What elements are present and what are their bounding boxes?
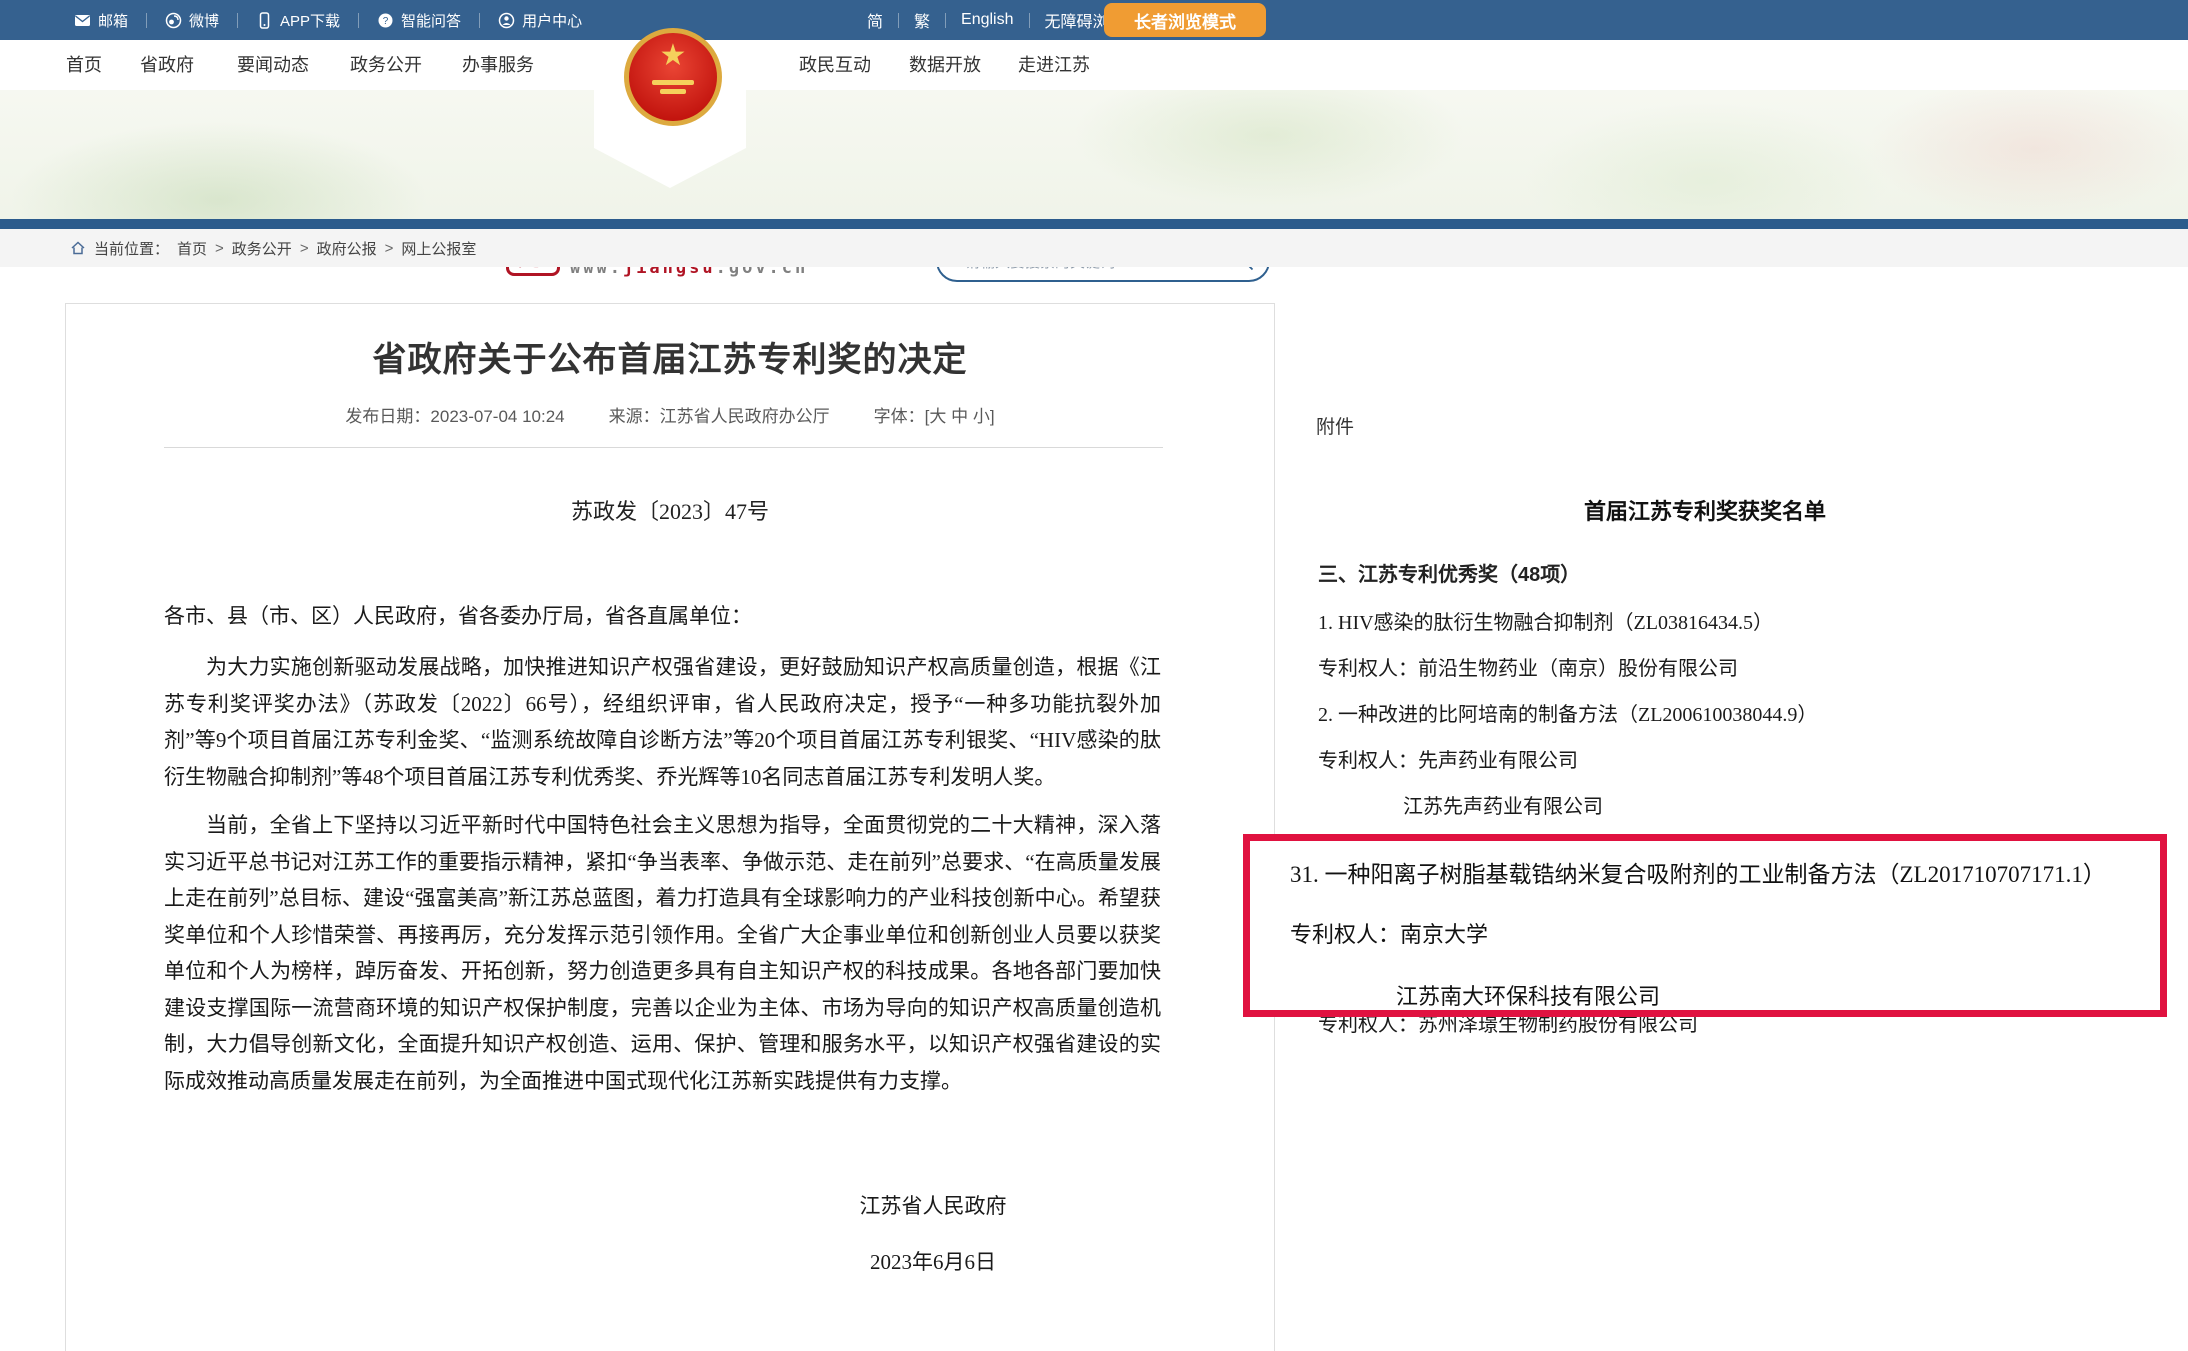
- breadcrumb-gazette[interactable]: 政府公报: [317, 238, 377, 259]
- meta-divider: [164, 447, 1163, 448]
- publish-label: 发布日期：: [345, 407, 430, 426]
- nav-news[interactable]: 要闻动态: [237, 40, 309, 90]
- smart-qa-link[interactable]: ? 智能问答: [359, 10, 479, 31]
- nav-interaction[interactable]: 政民互动: [799, 40, 871, 90]
- smart-qa-icon: ?: [377, 12, 394, 29]
- document-number: 苏政发〔2023〕47号: [66, 494, 1274, 526]
- header-divider: [0, 219, 2188, 229]
- patent-entry-2-owner: 专利权人：先声药业有限公司: [1318, 744, 1578, 773]
- top-utility-bar: 邮箱 微博 APP下载 ? 智能问答 用户中心 简: [0, 0, 2188, 40]
- highlight-annotation-box: 31. 一种阳离子树脂基载锆纳米复合吸附剂的工业制备方法（ZL201710707…: [1243, 834, 2167, 1017]
- nav-data[interactable]: 数据开放: [909, 40, 981, 90]
- breadcrumb-separator: >: [385, 240, 394, 257]
- patent-entry-31: 31. 一种阳离子树脂基载锆纳米复合吸附剂的工业制备方法（ZL201710707…: [1290, 855, 2106, 889]
- font-size-large[interactable]: 大: [929, 407, 946, 426]
- signature-issuer: 江苏省人民政府: [768, 1190, 1098, 1220]
- breadcrumb: 当前位置： 首页 > 政务公开 > 政府公报 > 网上公报室: [0, 229, 2188, 267]
- smart-qa-label: 智能问答: [401, 10, 461, 31]
- lang-english[interactable]: English: [946, 11, 1028, 29]
- attachment-section-heading: 三、江苏专利优秀奖（48项）: [1318, 558, 1580, 587]
- app-download-link[interactable]: APP下载: [238, 10, 358, 31]
- paragraph-2: 当前，全省上下坚持以习近平新时代中国特色社会主义思想为指导，全面贯彻党的二十大精…: [164, 807, 1161, 1099]
- mail-label: 邮箱: [98, 10, 128, 31]
- emblem-star: ★: [660, 41, 687, 71]
- nav-home[interactable]: 首页: [66, 40, 102, 90]
- breadcrumb-inner: 当前位置： 首页 > 政务公开 > 政府公报 > 网上公报室: [70, 238, 476, 259]
- attachment-label: 附件: [1316, 412, 1354, 439]
- breadcrumb-gazette-room[interactable]: 网上公报室: [401, 238, 476, 259]
- source: 来源：江苏省人民政府办公厅: [609, 402, 830, 427]
- font-bracket: ]: [990, 407, 995, 426]
- paragraph-1: 为大力实施创新驱动发展战略，加快推进知识产权强省建设，更好鼓励知识产权高质量创造…: [164, 649, 1161, 795]
- publish-date: 发布日期：2023-07-04 10:24: [345, 402, 564, 427]
- topbar-lang-group: 简 繁 English 无障碍浏览: [852, 0, 1140, 40]
- emblem-badge-point: [594, 148, 746, 188]
- nav-government[interactable]: 省政府: [140, 40, 194, 90]
- source-value: 江苏省人民政府办公厅: [660, 407, 830, 426]
- national-emblem-icon: ★: [624, 28, 722, 126]
- breadcrumb-openness[interactable]: 政务公开: [232, 238, 292, 259]
- user-center-icon: [498, 12, 515, 29]
- document-meta: 发布日期：2023-07-04 10:24 来源：江苏省人民政府办公厅 字体：[…: [66, 402, 1274, 427]
- page: 邮箱 微博 APP下载 ? 智能问答 用户中心 简: [0, 0, 2188, 1351]
- font-size-small[interactable]: 小: [973, 407, 990, 426]
- nav-openness[interactable]: 政务公开: [350, 40, 422, 90]
- patent-entry-31-owner-2: 江苏南大环保科技有限公司: [1396, 979, 1660, 1011]
- emblem-gate: [652, 80, 694, 85]
- topbar-left-group: 邮箱 微博 APP下载 ? 智能问答 用户中心: [56, 0, 600, 40]
- patent-entry-2-owner-2: 江苏先声药业有限公司: [1403, 790, 1603, 819]
- font-size-medium[interactable]: 中: [951, 407, 968, 426]
- home-icon: [70, 240, 86, 256]
- weibo-label: 微博: [189, 10, 219, 31]
- source-label: 来源：: [609, 407, 660, 426]
- emblem-gate: [660, 89, 686, 94]
- document-card: 省政府关于公布首届江苏专利奖的决定 发布日期：2023-07-04 10:24 …: [65, 303, 1275, 1351]
- app-download-icon: [256, 12, 273, 29]
- patent-entry-31-owner: 专利权人：南京大学: [1290, 917, 1488, 949]
- weibo-icon: [165, 12, 182, 29]
- document-title: 省政府关于公布首届江苏专利奖的决定: [66, 332, 1274, 381]
- font-label: 字体：: [874, 407, 925, 426]
- mail-link[interactable]: 邮箱: [56, 10, 146, 31]
- signature-date: 2023年6月6日: [768, 1246, 1098, 1276]
- font-size-controls: 字体：[大 中 小]: [874, 402, 995, 427]
- patent-entry-2: 2. 一种改进的比阿培南的制备方法（ZL200610038044.9）: [1318, 698, 1817, 727]
- weibo-link[interactable]: 微博: [147, 10, 237, 31]
- publish-value: 2023-07-04 10:24: [430, 407, 564, 426]
- user-center-link[interactable]: 用户中心: [480, 10, 600, 31]
- nav-services[interactable]: 办事服务: [462, 40, 534, 90]
- patent-entry-1-owner: 专利权人：前沿生物药业（南京）股份有限公司: [1318, 652, 1738, 681]
- app-download-label: APP下载: [280, 10, 340, 31]
- nav-about[interactable]: 走进江苏: [1018, 40, 1090, 90]
- user-center-label: 用户中心: [522, 10, 582, 31]
- site-header: 苏 江苏省人民政府 www.jiangsu.gov.cn: [0, 90, 2188, 219]
- lang-simplified[interactable]: 简: [852, 8, 898, 32]
- main-nav: 首页 省政府 要闻动态 政务公开 办事服务 政民互动 数据开放 走进江苏: [0, 40, 2188, 90]
- breadcrumb-separator: >: [300, 240, 309, 257]
- attachment-title: 首届江苏专利奖获奖名单: [1290, 494, 2120, 526]
- elder-mode-button[interactable]: 长者浏览模式: [1104, 3, 1266, 37]
- breadcrumb-label: 当前位置：: [94, 238, 169, 259]
- patent-entry-1: 1. HIV感染的肽衍生物融合抑制剂（ZL03816434.5）: [1318, 606, 1773, 635]
- lang-traditional[interactable]: 繁: [899, 8, 945, 32]
- breadcrumb-separator: >: [215, 240, 224, 257]
- salutation: 各市、县（市、区）人民政府，省各委办厅局，省各直属单位：: [164, 600, 752, 630]
- svg-text:?: ?: [383, 16, 389, 27]
- mail-icon: [74, 12, 91, 29]
- breadcrumb-home[interactable]: 首页: [177, 238, 207, 259]
